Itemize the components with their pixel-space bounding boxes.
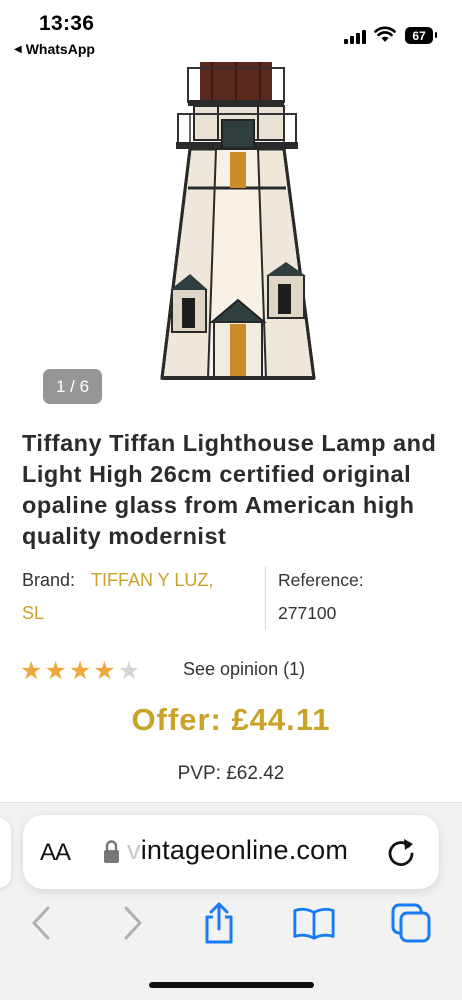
meta-divider	[265, 566, 266, 630]
brand-link[interactable]: TIFFAN Y LUZ,	[91, 570, 213, 591]
back-app-label: WhatsApp	[25, 41, 95, 57]
url-faded-prefix: v	[127, 835, 141, 865]
star-filled-icon: ★	[68, 656, 92, 685]
offer-price: Offer: £44.11	[131, 702, 331, 737]
browser-toolbar	[0, 895, 462, 955]
lighthouse-lamp-image	[160, 62, 316, 380]
product-meta: Brand: TIFFAN Y LUZ, SL Reference: 27710…	[22, 566, 442, 632]
rating-row: ★ ★ ★ ★ ★ See opinion (1)	[20, 656, 305, 686]
brand-label: Brand:	[22, 570, 76, 590]
address-bar[interactable]: AA vintageonline.com	[23, 815, 439, 889]
previous-tab-edge[interactable]	[0, 818, 11, 888]
star-filled-icon: ★	[93, 656, 116, 685]
star-filled-icon: ★	[20, 656, 43, 685]
url-domain: intageonline.com	[140, 835, 349, 865]
back-to-app-link[interactable]: ◀ WhatsApp	[14, 41, 95, 57]
reference-value: 277100	[278, 603, 337, 623]
battery-icon: 67	[405, 27, 437, 44]
product-title: Tiffany Tiffan Lighthouse Lamp and Light…	[22, 430, 437, 549]
reader-aa-button[interactable]: AA	[40, 839, 71, 867]
bookmarks-icon[interactable]	[292, 901, 336, 945]
brand-link-continued[interactable]: SL	[22, 603, 44, 624]
tabs-icon[interactable]	[389, 901, 433, 945]
cellular-signal-icon	[344, 28, 366, 44]
home-indicator[interactable]	[149, 982, 314, 988]
star-filled-icon: ★	[44, 656, 67, 685]
star-empty-icon: ★	[117, 656, 141, 685]
lock-icon	[104, 840, 119, 863]
reference-label: Reference:	[278, 570, 364, 590]
status-time: 13:36	[39, 12, 95, 35]
forward-icon[interactable]	[111, 901, 155, 945]
back-icon[interactable]	[19, 901, 63, 945]
wifi-icon	[374, 26, 396, 42]
star-rating: ★ ★ ★ ★ ★	[20, 656, 142, 685]
back-triangle-icon: ◀	[14, 43, 22, 55]
image-counter-badge: 1 / 6	[43, 369, 102, 404]
reload-icon[interactable]	[385, 835, 417, 869]
pvp-price: PVP: £62.42	[177, 763, 285, 784]
url-text[interactable]: vintageonline.com	[127, 835, 348, 866]
product-image[interactable]	[0, 62, 462, 412]
status-bar: 13:36 ◀ WhatsApp 67	[0, 0, 462, 62]
share-icon[interactable]	[197, 901, 241, 945]
see-opinion-link[interactable]: See opinion (1)	[183, 659, 305, 680]
